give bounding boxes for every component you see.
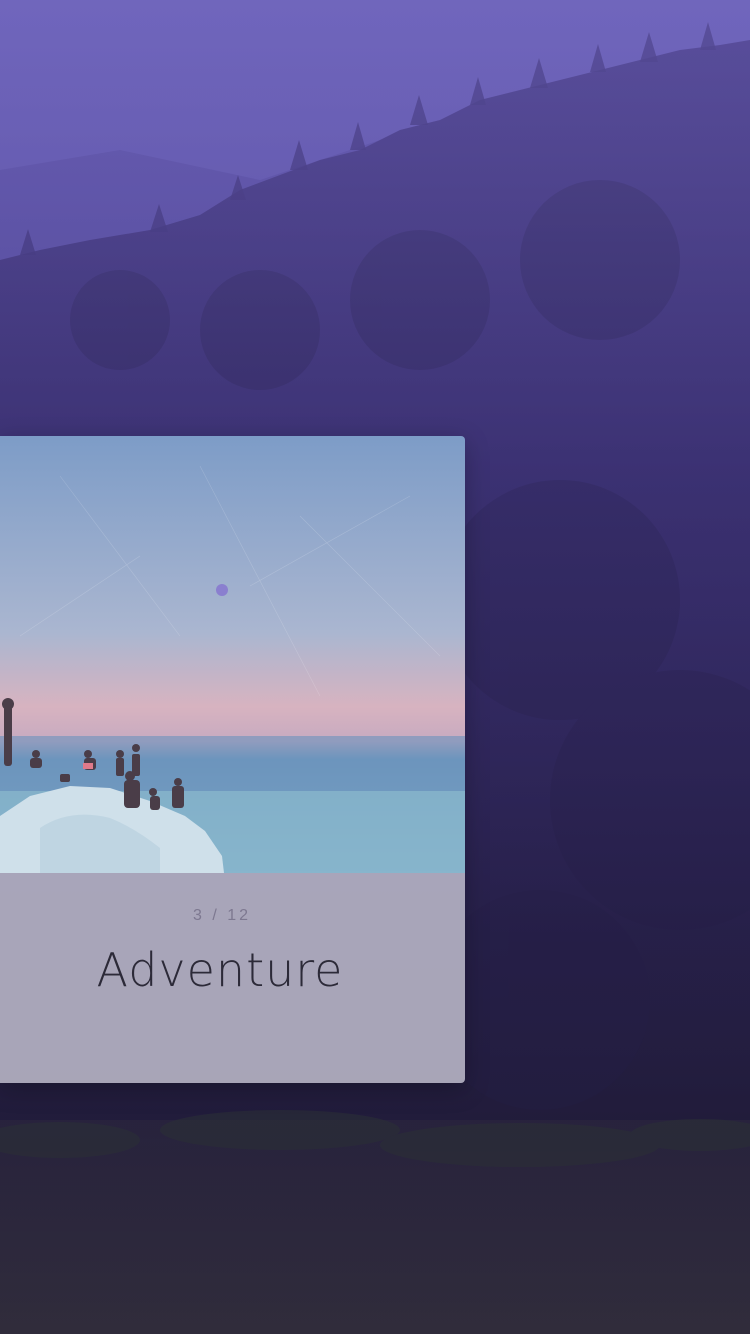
card-footer: 3 / 12 Adventure	[0, 873, 465, 1083]
card-photo[interactable]	[0, 436, 465, 873]
gallery-card[interactable]: 3 / 12 Adventure	[0, 436, 465, 1083]
page-indicator-dot-icon	[216, 584, 228, 596]
card-title: Adventure	[96, 943, 344, 997]
gallery-screen: 3 / 12 Adventure	[0, 0, 750, 1334]
slide-counter: 3 / 12	[192, 907, 252, 924]
